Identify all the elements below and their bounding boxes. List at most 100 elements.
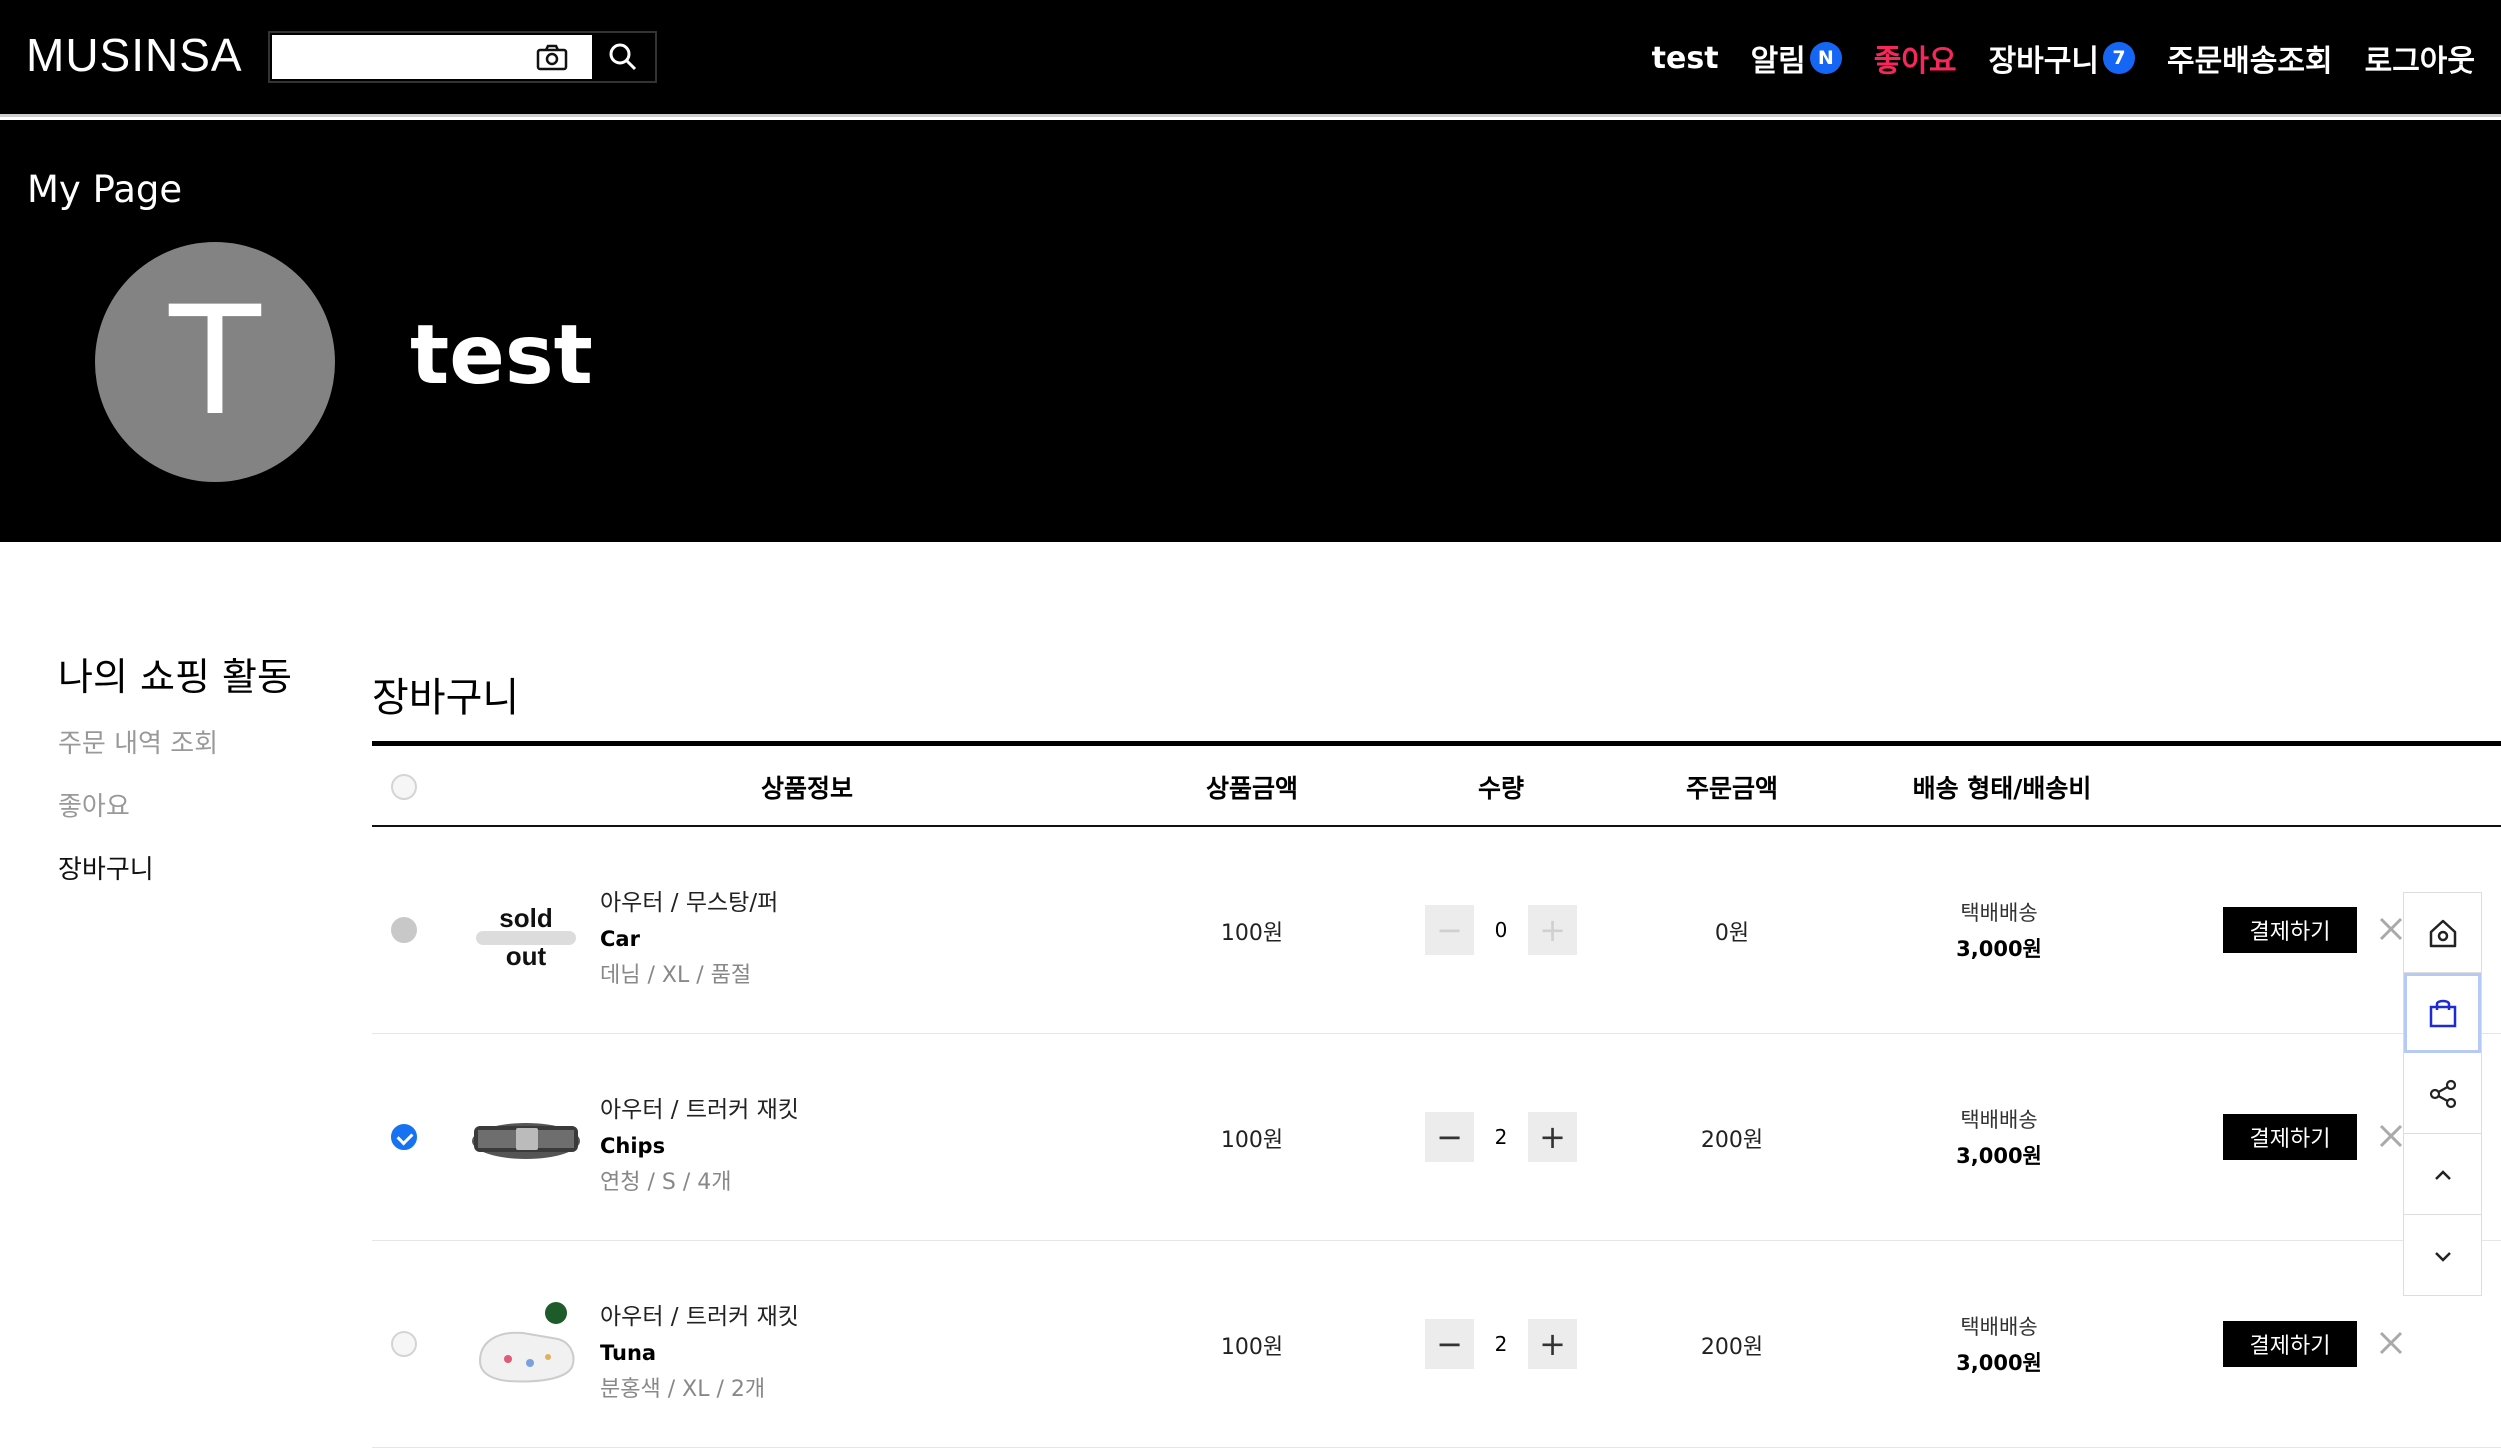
col-order-price: 주문금액: [1685, 773, 1778, 803]
musinsa-logo[interactable]: MUSINSA: [26, 28, 243, 82]
my-page-hero: My Page T test: [0, 120, 2501, 542]
product-info: 아우터 / 무스탕/퍼 Car 데님 / XL / 품절: [600, 883, 778, 989]
plus-button[interactable]: +: [1528, 1112, 1577, 1162]
home-icon: [2429, 919, 2456, 947]
sidebar-item-likes[interactable]: 좋아요: [58, 786, 130, 823]
select-all-radio[interactable]: [391, 774, 417, 800]
col-quantity: 수량: [1477, 773, 1524, 803]
order-price: 200원: [1700, 1334, 1764, 1360]
shipping-type: 택배배송: [1960, 901, 2038, 925]
profile-username: test: [410, 308, 593, 403]
scroll-up-button[interactable]: [2404, 1135, 2481, 1215]
nav-alarm-label: 알림: [1750, 44, 1806, 79]
table-row: sold out 아우터 / 무스탕/퍼 Car 데님 / XL / 품절 10…: [372, 827, 2501, 1034]
nav-logout[interactable]: 로그아웃: [2365, 36, 2475, 80]
product-name[interactable]: Chips: [600, 1134, 799, 1158]
plus-button[interactable]: +: [1528, 905, 1577, 955]
alarm-badge: N: [1809, 42, 1842, 74]
quantity-stepper: − 2 +: [1425, 1319, 1577, 1369]
product-category: 아우터 / 무스탕/퍼: [600, 890, 779, 916]
nav-alarm[interactable]: 알림 N: [1751, 36, 1842, 80]
plus-button[interactable]: +: [1528, 1319, 1577, 1369]
product-price: 100원: [1220, 920, 1284, 946]
order-price: 0원: [1714, 920, 1750, 946]
quick-menu: [2403, 892, 2482, 1296]
pay-button[interactable]: 결제하기: [2223, 1114, 2357, 1160]
chevron-down-icon: [2434, 1252, 2451, 1262]
clog-image: [478, 1302, 575, 1383]
nav-orders[interactable]: 주문배송조회: [2167, 36, 2333, 80]
bracelet-image: [472, 1123, 580, 1159]
shipping-fee: 3,000원: [1956, 937, 2042, 961]
soldout-text: out: [506, 941, 547, 971]
product-option: 데님 / XL / 품절: [600, 963, 752, 988]
close-icon[interactable]: [2375, 1327, 2407, 1359]
col-product-price: 상품금액: [1205, 773, 1298, 803]
quantity-value[interactable]: 0: [1474, 905, 1528, 955]
quantity-stepper: − 0 +: [1425, 905, 1577, 955]
shopping-bag-icon: [2429, 999, 2456, 1027]
col-product-info: 상품정보: [760, 773, 853, 803]
shipping-fee: 3,000원: [1956, 1144, 2042, 1168]
top-nav: test 알림 N 좋아요 장바구니 7 주문배송조회 로그아웃: [1620, 34, 2475, 82]
quick-home-button[interactable]: [2404, 893, 2481, 973]
quantity-value[interactable]: 2: [1474, 1319, 1528, 1369]
sidebar-item-cart[interactable]: 장바구니: [58, 849, 154, 886]
product-price: 100원: [1220, 1334, 1284, 1360]
minus-button[interactable]: −: [1425, 905, 1474, 955]
product-info: 아우터 / 트러커 재킷 Chips 연청 / S / 4개: [600, 1090, 799, 1196]
top-navigation-bar: MUSINSA test 알림 N 좋아요 장바구니 7 주문배송조회 로그아웃: [0, 0, 2501, 117]
nav-cart[interactable]: 장바구니 7: [1989, 36, 2135, 80]
sidebar-item-order-history[interactable]: 주문 내역 조회: [58, 723, 218, 760]
product-option: 연청 / S / 4개: [600, 1170, 732, 1195]
nav-like[interactable]: 좋아요: [1874, 36, 1957, 80]
col-shipping: 배송 형태/배송비: [1912, 773, 2092, 803]
product-thumbnail[interactable]: [468, 1094, 584, 1184]
product-image: sold out: [476, 903, 576, 971]
soldout-thumbnail[interactable]: sold out: [468, 887, 584, 977]
product-name[interactable]: Car: [600, 927, 778, 951]
table-row: 아우터 / 트러커 재킷 Tuna 분홍색 / XL / 2개 100원 − 2…: [372, 1241, 2501, 1448]
scroll-down-button[interactable]: [2404, 1216, 2481, 1296]
shipping-type: 택배배송: [1960, 1108, 2038, 1132]
order-price: 200원: [1700, 1127, 1764, 1153]
product-name[interactable]: Tuna: [600, 1341, 799, 1365]
share-icon: [2429, 1079, 2456, 1108]
cart-table-header: 상품정보 상품금액 수량 주문금액 배송 형태/배송비: [372, 741, 2501, 827]
shipping-fee: 3,000원: [1956, 1351, 2042, 1375]
minus-button[interactable]: −: [1425, 1112, 1474, 1162]
row-select-radio[interactable]: [391, 1331, 417, 1357]
cart-table: 상품정보 상품금액 수량 주문금액 배송 형태/배송비 sold out 아우터…: [372, 741, 2501, 1448]
row-select-radio[interactable]: [391, 1124, 417, 1150]
shipping-info: 택배배송 3,000원: [1924, 1104, 2074, 1170]
shipping-info: 택배배송 3,000원: [1924, 1311, 2074, 1377]
quantity-stepper: − 2 +: [1425, 1112, 1577, 1162]
pay-button[interactable]: 결제하기: [2223, 907, 2357, 953]
chevron-up-icon: [2434, 1169, 2451, 1180]
pay-button[interactable]: 결제하기: [2223, 1321, 2357, 1367]
shipping-type: 택배배송: [1960, 1315, 2038, 1339]
product-category: 아우터 / 트러커 재킷: [600, 1097, 799, 1123]
product-thumbnail[interactable]: [468, 1301, 584, 1391]
quick-cart-button[interactable]: [2404, 973, 2481, 1053]
camera-icon[interactable]: [536, 43, 568, 71]
cart-badge: 7: [2102, 42, 2135, 74]
avatar: T: [95, 242, 335, 482]
search-icon: [609, 43, 637, 71]
product-price: 100원: [1220, 1127, 1284, 1153]
cart-title: 장바구니: [372, 675, 520, 721]
product-category: 아우터 / 트러커 재킷: [600, 1304, 799, 1330]
sidebar-title: 나의 쇼핑 활동: [58, 655, 292, 699]
quick-share-button[interactable]: [2404, 1054, 2481, 1134]
minus-button[interactable]: −: [1425, 1319, 1474, 1369]
shipping-info: 택배배송 3,000원: [1924, 897, 2074, 963]
table-row: 아우터 / 트러커 재킷 Chips 연청 / S / 4개 100원 − 2 …: [372, 1034, 2501, 1241]
page-title: My Page: [27, 168, 183, 211]
nav-user[interactable]: test: [1652, 41, 1719, 76]
search-button[interactable]: [592, 33, 654, 81]
soldout-text: sold: [499, 903, 552, 933]
nav-cart-label: 장바구니: [1988, 44, 2099, 79]
row-select-radio[interactable]: [391, 917, 417, 943]
quantity-value[interactable]: 2: [1474, 1112, 1528, 1162]
product-info: 아우터 / 트러커 재킷 Tuna 분홍색 / XL / 2개: [600, 1297, 799, 1403]
